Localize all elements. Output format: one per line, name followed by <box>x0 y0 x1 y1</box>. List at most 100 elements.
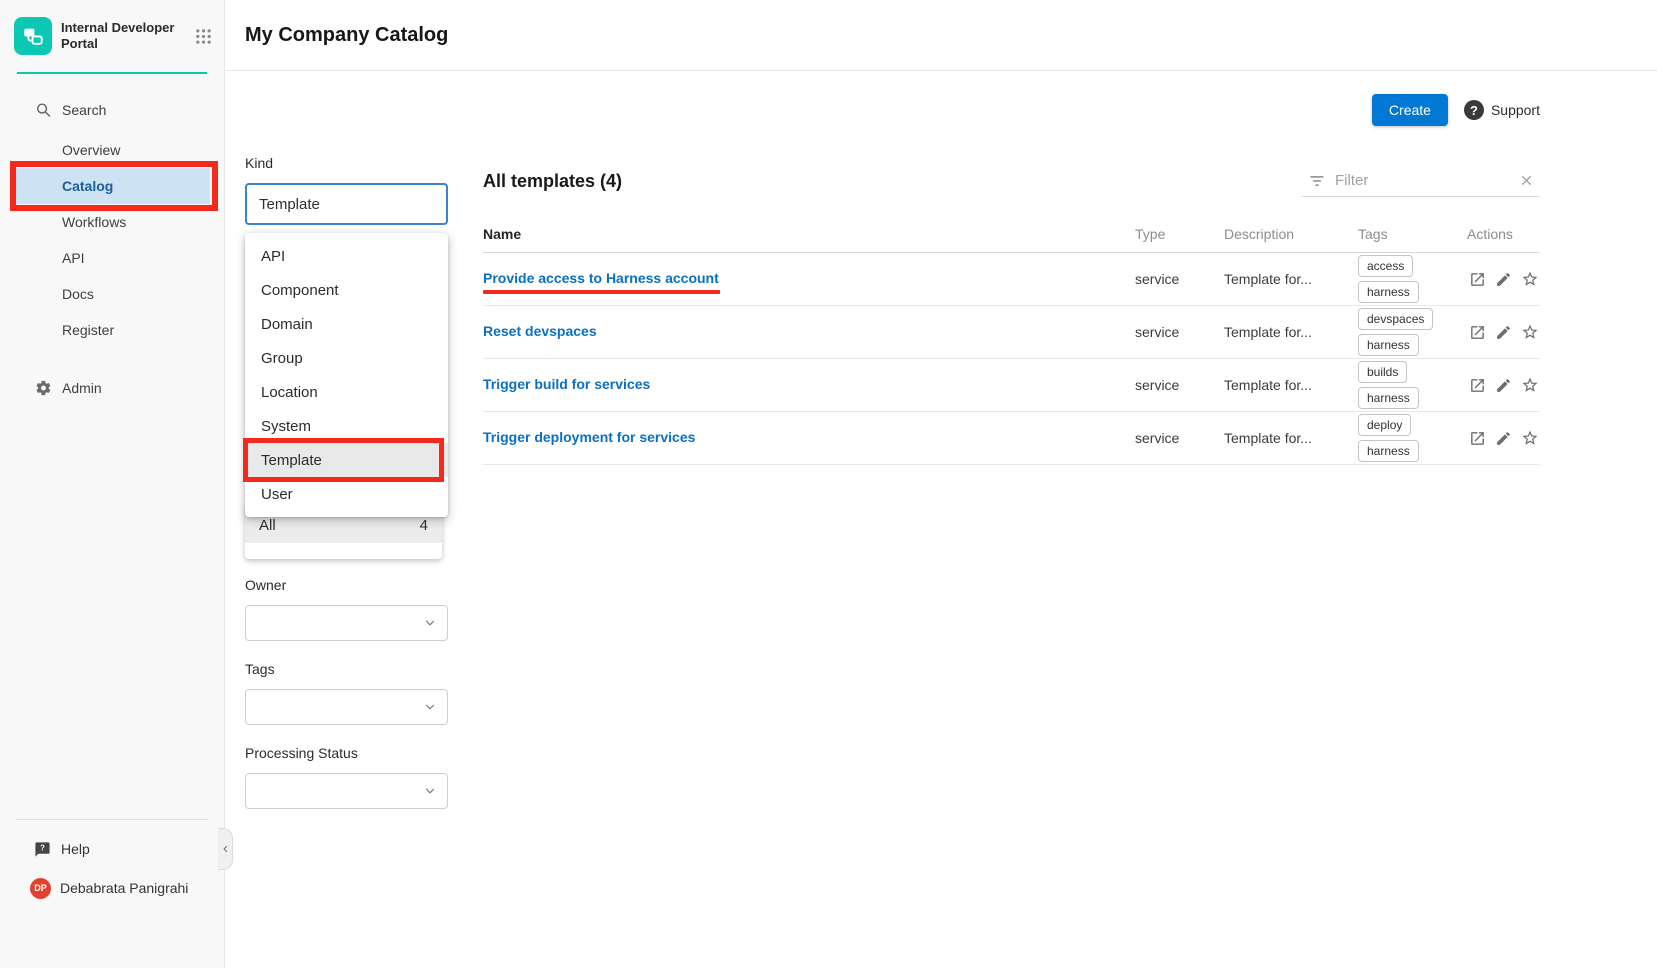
tag-badge: devspaces <box>1358 308 1433 330</box>
sidebar-item-search[interactable]: Search <box>0 92 224 128</box>
kind-dropdown-option[interactable]: Component <box>245 273 448 307</box>
sidebar: Internal Developer Portal <box>0 0 225 968</box>
chevron-down-icon <box>423 784 437 798</box>
edit-icon[interactable] <box>1495 271 1512 288</box>
template-name-link[interactable]: Trigger build for services <box>483 376 650 392</box>
sidebar-item-admin[interactable]: Admin <box>0 370 224 406</box>
row-description: Template for... <box>1224 271 1358 287</box>
help-button[interactable]: ? Help <box>0 834 224 864</box>
create-button[interactable]: Create <box>1372 94 1448 126</box>
kind-dropdown-option[interactable]: System <box>245 409 448 443</box>
personal-filter-count: 4 <box>420 517 428 534</box>
row-actions <box>1467 429 1540 447</box>
kind-dropdown-option[interactable]: Template <box>245 443 448 477</box>
table-filter <box>1302 165 1540 197</box>
user-profile[interactable]: DP Debabrata Panigrahi <box>0 876 224 900</box>
column-actions: Actions <box>1467 226 1540 242</box>
sidebar-item-docs[interactable]: Docs <box>0 276 224 312</box>
filter-icon <box>1308 172 1326 190</box>
tags-label: Tags <box>245 661 448 681</box>
sidebar-footer: ? Help DP Debabrata Panigrahi <box>0 819 224 900</box>
kind-select-value: Template <box>259 196 320 213</box>
table-row: Trigger build for services service Templ… <box>483 359 1540 412</box>
kind-dropdown-option[interactable]: Domain <box>245 307 448 341</box>
open-in-new-icon[interactable] <box>1469 271 1486 288</box>
sidebar-item-label: Admin <box>62 380 102 396</box>
star-icon[interactable] <box>1521 323 1539 341</box>
apps-grid-icon[interactable] <box>195 28 212 45</box>
sidebar-item-api[interactable]: API <box>0 240 224 276</box>
clear-filter-icon[interactable] <box>1519 173 1534 188</box>
open-in-new-icon[interactable] <box>1469 377 1486 394</box>
processing-status-label: Processing Status <box>245 745 448 765</box>
footer-divider <box>16 819 208 820</box>
column-tags: Tags <box>1358 226 1467 242</box>
sidebar-item-register[interactable]: Register <box>0 312 224 348</box>
star-icon[interactable] <box>1521 376 1539 394</box>
kind-dropdown-option[interactable]: Location <box>245 375 448 409</box>
kind-dropdown-menu: APIComponentDomainGroupLocationSystemTem… <box>245 233 448 517</box>
chevron-down-icon <box>423 700 437 714</box>
row-type: service <box>1135 271 1224 287</box>
filter-input[interactable] <box>1335 172 1510 189</box>
sidebar-item-label: Register <box>62 322 114 338</box>
kind-dropdown-option[interactable]: User <box>245 477 448 511</box>
question-icon: ? <box>1464 100 1484 120</box>
sidebar-item-label: API <box>62 250 85 266</box>
help-label: Help <box>61 841 90 857</box>
column-name: Name <box>483 226 1135 242</box>
row-type: service <box>1135 377 1224 393</box>
search-icon <box>35 102 52 119</box>
app-logo-icon <box>14 17 52 55</box>
sidebar-nav: Search Overview Catalog Workflows API Do… <box>0 74 224 406</box>
owner-select[interactable] <box>245 605 448 641</box>
user-name: Debabrata Panigrahi <box>60 880 188 896</box>
table-row: Provide access to Harness account servic… <box>483 253 1540 306</box>
tag-badge: access <box>1358 255 1413 277</box>
tag-badge: deploy <box>1358 414 1411 436</box>
owner-label: Owner <box>245 577 448 597</box>
sidebar-header: Internal Developer Portal <box>0 0 224 72</box>
star-icon[interactable] <box>1521 429 1539 447</box>
kind-select[interactable]: Template <box>245 183 448 225</box>
row-type: service <box>1135 324 1224 340</box>
kind-dropdown-option[interactable]: API <box>245 239 448 273</box>
row-tags: devspaces harness <box>1358 308 1467 356</box>
tag-badge: harness <box>1358 334 1419 356</box>
column-type: Type <box>1135 226 1224 242</box>
template-name-link[interactable]: Reset devspaces <box>483 323 597 339</box>
sidebar-item-workflows[interactable]: Workflows <box>0 204 224 240</box>
tag-badge: harness <box>1358 281 1419 303</box>
template-name-link[interactable]: Trigger deployment for services <box>483 429 695 445</box>
row-tags: buildsharness <box>1358 361 1467 409</box>
sidebar-item-label: Catalog <box>62 178 113 194</box>
open-in-new-icon[interactable] <box>1469 430 1486 447</box>
chevron-left-icon <box>221 842 230 856</box>
row-description: Template for... <box>1224 324 1358 340</box>
app-title-line1: Internal Developer <box>61 20 191 36</box>
page-title: My Company Catalog <box>245 24 448 47</box>
edit-icon[interactable] <box>1495 324 1512 341</box>
sidebar-item-overview[interactable]: Overview <box>0 132 224 168</box>
edit-icon[interactable] <box>1495 377 1512 394</box>
support-label: Support <box>1491 102 1540 118</box>
row-description: Template for... <box>1224 377 1358 393</box>
open-in-new-icon[interactable] <box>1469 324 1486 341</box>
template-name-link[interactable]: Provide access to Harness account <box>483 270 719 286</box>
kind-dropdown-option[interactable]: Group <box>245 341 448 375</box>
svg-text:?: ? <box>40 843 45 852</box>
main-header: My Company Catalog <box>226 0 1657 71</box>
sidebar-item-catalog[interactable]: Catalog <box>16 168 210 204</box>
sidebar-item-label: Overview <box>62 142 120 158</box>
personal-filter-label: All <box>259 517 276 534</box>
edit-icon[interactable] <box>1495 430 1512 447</box>
table-row: Trigger deployment for services service … <box>483 412 1540 465</box>
tag-badge: harness <box>1358 440 1419 462</box>
templates-list: All templates (4) Name Type Description <box>483 164 1540 465</box>
sidebar-collapse-handle[interactable] <box>218 828 233 870</box>
support-button[interactable]: ? Support <box>1464 100 1540 120</box>
star-icon[interactable] <box>1521 270 1539 288</box>
processing-status-select[interactable] <box>245 773 448 809</box>
tags-select[interactable] <box>245 689 448 725</box>
filters-panel: Kind Template APIComponentDomainGroupLoc… <box>245 155 448 809</box>
